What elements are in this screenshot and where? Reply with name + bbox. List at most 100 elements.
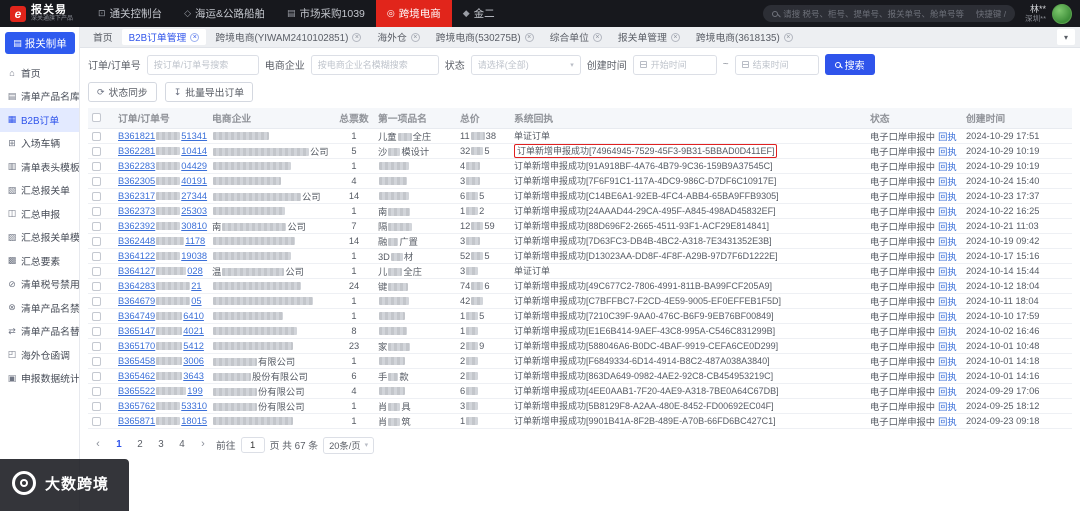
tab[interactable]: 跨境电商(YIWAM2410102851) × xyxy=(208,29,368,45)
row-checkbox[interactable] xyxy=(92,281,101,291)
tab-close-icon[interactable]: × xyxy=(190,32,200,42)
sidebar-item[interactable]: ▧ 汇总报关单 xyxy=(0,179,79,203)
status-sync-button[interactable]: ⟳ 状态同步 xyxy=(88,82,157,102)
create-declaration-button[interactable]: ▤ 报关制单 xyxy=(5,32,75,54)
sidebar-item[interactable]: ⊞ 入场车辆 xyxy=(0,132,79,156)
row-checkbox[interactable] xyxy=(92,386,101,396)
receipt-link[interactable]: 回执 xyxy=(938,132,957,142)
receipt-link[interactable]: 回执 xyxy=(938,387,957,397)
tab[interactable]: 跨境电商(530275B) × xyxy=(429,29,541,45)
receipt-link[interactable]: 回执 xyxy=(938,177,957,187)
tab-close-icon[interactable]: × xyxy=(592,32,602,42)
sidebar-item[interactable]: ⇄ 清单产品名替换 xyxy=(0,320,79,344)
receipt-link[interactable]: 回执 xyxy=(938,372,957,382)
order-number-link[interactable]: B365170 5412 xyxy=(118,341,204,351)
receipt-link[interactable]: 回执 xyxy=(938,312,957,322)
search-button[interactable]: 搜索 xyxy=(824,54,875,75)
order-number-link[interactable]: B365522 199 xyxy=(118,386,203,396)
top-menu-item[interactable]: ◇ 海运&公路船舶 xyxy=(173,0,276,27)
sidebar-item[interactable]: ⊗ 清单产品名禁用 xyxy=(0,296,79,320)
page-size-select[interactable]: 20条/页 ▾ xyxy=(323,436,375,454)
sidebar-item[interactable]: ▨ 汇总报关单模板 xyxy=(0,226,79,250)
start-date-input[interactable]: 开始时间 xyxy=(632,54,717,75)
receipt-link[interactable]: 回执 xyxy=(938,327,957,337)
row-checkbox[interactable] xyxy=(92,266,101,276)
sidebar-item[interactable]: ▩ 汇总要素 xyxy=(0,249,79,273)
sidebar-item[interactable]: ◫ 汇总申报 xyxy=(0,202,79,226)
row-checkbox[interactable] xyxy=(92,251,101,261)
row-checkbox[interactable] xyxy=(92,341,101,351)
order-number-link[interactable]: B365462 3643 xyxy=(118,371,204,381)
status-select[interactable]: 请选择(全部) ▾ xyxy=(470,54,581,75)
tab[interactable]: 首页 × xyxy=(86,29,120,45)
row-checkbox[interactable] xyxy=(92,371,101,381)
page-number[interactable]: 3 xyxy=(153,437,169,453)
tab-close-icon[interactable]: × xyxy=(410,32,420,42)
sidebar-item[interactable]: ▥ 清单表头模板 xyxy=(0,155,79,179)
row-checkbox[interactable] xyxy=(92,161,101,171)
tab[interactable]: 报关单管理 × xyxy=(611,29,687,45)
order-number-link[interactable]: B361821 51341 xyxy=(118,131,207,141)
company-search-input[interactable] xyxy=(310,54,439,75)
page-number[interactable]: 1 xyxy=(111,437,127,453)
order-search-input[interactable] xyxy=(146,54,259,75)
end-date-input[interactable]: 结束时间 xyxy=(734,54,819,75)
order-number-link[interactable]: B362281 10414 xyxy=(118,146,207,156)
sidebar-item[interactable]: ◰ 海外仓函调 xyxy=(0,343,79,367)
order-number-link[interactable]: B365871 18015 xyxy=(118,416,207,426)
row-checkbox[interactable] xyxy=(92,401,101,411)
order-number-link[interactable]: B365458 3006 xyxy=(118,356,204,366)
order-number-link[interactable]: B364127 028 xyxy=(118,266,203,276)
page-number[interactable]: 4 xyxy=(174,437,190,453)
order-number-link[interactable]: B362373 25303 xyxy=(118,206,207,216)
row-checkbox[interactable] xyxy=(92,191,101,201)
row-checkbox[interactable] xyxy=(92,236,101,246)
order-number-link[interactable]: B364749 6410 xyxy=(118,311,204,321)
top-menu-item[interactable]: ⊡ 通关控制台 xyxy=(87,0,173,27)
order-number-link[interactable]: B364122 19038 xyxy=(118,251,207,261)
row-checkbox[interactable] xyxy=(92,176,101,186)
order-number-link[interactable]: B365147 4021 xyxy=(118,326,204,336)
top-menu-item[interactable]: ◆ 金二 xyxy=(452,0,506,27)
receipt-link[interactable]: 回执 xyxy=(938,222,957,232)
order-number-link[interactable]: B362283 04429 xyxy=(118,161,207,171)
collapse-tabs-button[interactable]: ▾ xyxy=(1057,29,1075,45)
tab-close-icon[interactable]: × xyxy=(524,32,534,42)
global-search-input[interactable]: 请搜 税号、柜号、提单号、报关单号、舱单号等 快捷键 / xyxy=(763,5,1016,22)
receipt-link[interactable]: 回执 xyxy=(938,252,957,262)
sidebar-item[interactable]: ▣ 申报数据统计 xyxy=(0,367,79,391)
row-checkbox[interactable] xyxy=(92,311,101,321)
user-info[interactable]: 林** 深圳** xyxy=(1025,3,1072,24)
order-number-link[interactable]: B362448 1178 xyxy=(118,236,205,246)
receipt-link[interactable]: 回执 xyxy=(938,282,957,292)
sidebar-item[interactable]: ▦ B2B订单 xyxy=(0,108,79,132)
row-checkbox[interactable] xyxy=(92,206,101,216)
order-number-link[interactable]: B364679 05 xyxy=(118,296,202,306)
top-menu-item[interactable]: ◎ 跨境电商 xyxy=(375,0,452,27)
receipt-link[interactable]: 回执 xyxy=(938,192,957,202)
row-checkbox[interactable] xyxy=(92,356,101,366)
receipt-link[interactable]: 回执 xyxy=(938,147,957,157)
receipt-link[interactable]: 回执 xyxy=(938,417,957,427)
order-number-link[interactable]: B364283 21 xyxy=(118,281,202,291)
tab[interactable]: 跨境电商(3618135) × xyxy=(689,29,800,45)
row-checkbox[interactable] xyxy=(92,296,101,306)
tab[interactable]: 海外仓 × xyxy=(370,29,426,45)
tab[interactable]: 综合单位 × xyxy=(543,29,609,45)
next-page-button[interactable]: › xyxy=(195,437,211,453)
row-checkbox[interactable] xyxy=(92,416,101,426)
receipt-link[interactable]: 回执 xyxy=(938,357,957,367)
order-number-link[interactable]: B362392 30810 xyxy=(118,221,207,231)
top-menu-item[interactable]: ▤ 市场采购1039 xyxy=(276,0,376,27)
sidebar-item[interactable]: ▤ 清单产品名库 xyxy=(0,85,79,109)
user-avatar[interactable] xyxy=(1052,3,1072,24)
row-checkbox[interactable] xyxy=(92,131,101,141)
receipt-link[interactable]: 回执 xyxy=(938,162,957,172)
row-checkbox[interactable] xyxy=(92,221,101,231)
receipt-link[interactable]: 回执 xyxy=(938,402,957,412)
receipt-link[interactable]: 回执 xyxy=(938,237,957,247)
export-orders-button[interactable]: ↧ 批量导出订单 xyxy=(164,82,254,102)
tab-close-icon[interactable]: × xyxy=(670,32,680,42)
receipt-link[interactable]: 回执 xyxy=(938,297,957,307)
row-checkbox[interactable] xyxy=(92,326,101,336)
